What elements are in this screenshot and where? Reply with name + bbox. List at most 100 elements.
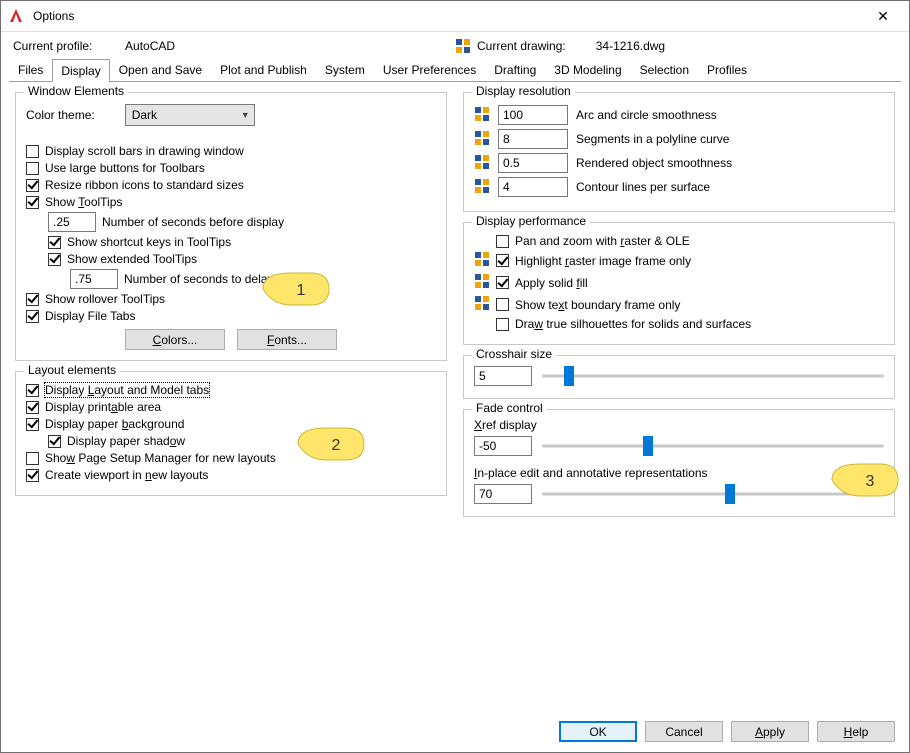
chk-extended-tooltips[interactable] xyxy=(48,253,61,266)
group-layout-elements: Layout elements Display Layout and Model… xyxy=(15,371,447,496)
lbl-object-smoothness: Rendered object smoothness xyxy=(576,156,884,170)
tab-profiles[interactable]: Profiles xyxy=(698,58,756,81)
chk-resize-ribbon[interactable] xyxy=(26,179,39,192)
chevron-down-icon: ▼ xyxy=(241,110,250,120)
tab-files[interactable]: Files xyxy=(9,58,52,81)
chk-printable-area[interactable] xyxy=(26,401,39,414)
current-profile-value: AutoCAD xyxy=(125,39,175,53)
chk-text-boundary[interactable] xyxy=(496,298,509,311)
help-button[interactable]: Help xyxy=(817,721,895,742)
group-legend: Window Elements xyxy=(24,84,128,98)
drawing-file-icon xyxy=(474,106,490,125)
left-column: Window Elements Color theme: Dark ▼ Disp… xyxy=(15,92,447,703)
input-arc-smoothness[interactable] xyxy=(498,105,568,125)
chk-file-tabs[interactable] xyxy=(26,310,39,323)
lbl-polyline-segments: Segments in a polyline curve xyxy=(576,132,884,146)
drawing-file-icon xyxy=(474,178,490,197)
tab-plot-and-publish[interactable]: Plot and Publish xyxy=(211,58,316,81)
chk-scroll-bars[interactable] xyxy=(26,145,39,158)
drawing-file-icon xyxy=(474,273,490,292)
colors-button[interactable]: Colors... xyxy=(125,329,225,350)
lbl-shortcut-keys: Show shortcut keys in ToolTips xyxy=(67,235,231,249)
chk-show-tooltips[interactable] xyxy=(26,196,39,209)
tab-system[interactable]: System xyxy=(316,58,374,81)
tab-body: Window Elements Color theme: Dark ▼ Disp… xyxy=(1,82,909,711)
titlebar: Options ✕ xyxy=(1,1,909,32)
current-drawing-value: 34-1216.dwg xyxy=(596,39,665,53)
lbl-contour-lines: Contour lines per surface xyxy=(576,180,884,194)
chk-highlight-raster[interactable] xyxy=(496,254,509,267)
lbl-secs-before: Number of seconds before display xyxy=(102,215,284,229)
input-inplace-fade[interactable] xyxy=(474,484,532,504)
chk-shortcut-keys[interactable] xyxy=(48,236,61,249)
tab-selection[interactable]: Selection xyxy=(631,58,698,81)
tab-drafting[interactable]: Drafting xyxy=(485,58,545,81)
chk-paper-background[interactable] xyxy=(26,418,39,431)
input-polyline-segments[interactable] xyxy=(498,129,568,149)
chk-rollover-tooltips[interactable] xyxy=(26,293,39,306)
lbl-show-tooltips: Show ToolTips xyxy=(45,195,122,209)
lbl-highlight-raster: Highlight raster image frame only xyxy=(515,254,691,268)
chk-create-viewport[interactable] xyxy=(26,469,39,482)
drawing-file-icon xyxy=(474,130,490,149)
input-object-smoothness[interactable] xyxy=(498,153,568,173)
lbl-page-setup-mgr: Show Page Setup Manager for new layouts xyxy=(45,451,276,465)
lbl-paper-shadow: Display paper shadow xyxy=(67,434,185,448)
input-secs-before[interactable] xyxy=(48,212,96,232)
dialog-footer: OK Cancel Apply Help xyxy=(1,711,909,752)
group-display-resolution: Display resolution Arc and circle smooth… xyxy=(463,92,895,212)
tab-display[interactable]: Display xyxy=(52,59,109,82)
input-xref-fade[interactable] xyxy=(474,436,532,456)
group-crosshair-size: Crosshair size xyxy=(463,355,895,399)
lbl-pan-zoom-raster: Pan and zoom with raster & OLE xyxy=(515,234,690,248)
tab-open-and-save[interactable]: Open and Save xyxy=(110,58,211,81)
chk-true-silhouettes[interactable] xyxy=(496,318,509,331)
input-crosshair-size[interactable] xyxy=(474,366,532,386)
lbl-xref-display: Xref display xyxy=(474,418,884,432)
chk-layout-model-tabs[interactable] xyxy=(26,384,39,397)
chk-solid-fill[interactable] xyxy=(496,276,509,289)
current-profile-label: Current profile: xyxy=(13,39,92,53)
drawing-file-icon xyxy=(474,295,490,314)
cancel-button[interactable]: Cancel xyxy=(645,721,723,742)
group-legend: Display performance xyxy=(472,214,590,228)
group-legend: Display resolution xyxy=(472,84,575,98)
autocad-app-icon xyxy=(7,7,25,25)
group-legend: Fade control xyxy=(472,401,547,415)
group-legend: Crosshair size xyxy=(472,347,556,361)
group-fade-control: Fade control Xref display In-place edit … xyxy=(463,409,895,517)
chk-paper-shadow[interactable] xyxy=(48,435,61,448)
lbl-extended-tooltips: Show extended ToolTips xyxy=(67,252,197,266)
slider-crosshair-size[interactable] xyxy=(542,364,884,388)
lbl-secs-delay: Number of seconds to delay xyxy=(124,272,273,286)
input-secs-delay[interactable] xyxy=(70,269,118,289)
lbl-create-viewport: Create viewport in new layouts xyxy=(45,468,208,482)
fonts-button[interactable]: Fonts... xyxy=(237,329,337,350)
lbl-layout-model-tabs: Display Layout and Model tabs xyxy=(45,383,209,397)
tab-user-preferences[interactable]: User Preferences xyxy=(374,58,485,81)
color-theme-dropdown[interactable]: Dark ▼ xyxy=(125,104,255,126)
lbl-rollover-tooltips: Show rollover ToolTips xyxy=(45,292,165,306)
close-button[interactable]: ✕ xyxy=(863,1,903,31)
lbl-true-silhouettes: Draw true silhouettes for solids and sur… xyxy=(515,317,751,331)
slider-inplace-fade[interactable] xyxy=(542,482,884,506)
input-contour-lines[interactable] xyxy=(498,177,568,197)
ok-button[interactable]: OK xyxy=(559,721,637,742)
drawing-file-icon xyxy=(474,154,490,173)
slider-xref-fade[interactable] xyxy=(542,434,884,458)
window-title: Options xyxy=(33,9,863,23)
right-column: Display resolution Arc and circle smooth… xyxy=(463,92,895,703)
options-dialog: Options ✕ Current profile: AutoCAD Curre… xyxy=(0,0,910,753)
lbl-arc-smoothness: Arc and circle smoothness xyxy=(576,108,884,122)
drawing-file-icon xyxy=(455,38,471,54)
header-info: Current profile: AutoCAD Current drawing… xyxy=(1,32,909,54)
apply-button[interactable]: Apply xyxy=(731,721,809,742)
lbl-printable-area: Display printable area xyxy=(45,400,161,414)
chk-page-setup-mgr[interactable] xyxy=(26,452,39,465)
chk-large-buttons[interactable] xyxy=(26,162,39,175)
chk-pan-zoom-raster[interactable] xyxy=(496,235,509,248)
lbl-paper-background: Display paper background xyxy=(45,417,184,431)
lbl-large-buttons: Use large buttons for Toolbars xyxy=(45,161,205,175)
drawing-file-icon xyxy=(474,251,490,270)
tab-3d-modeling[interactable]: 3D Modeling xyxy=(545,58,630,81)
